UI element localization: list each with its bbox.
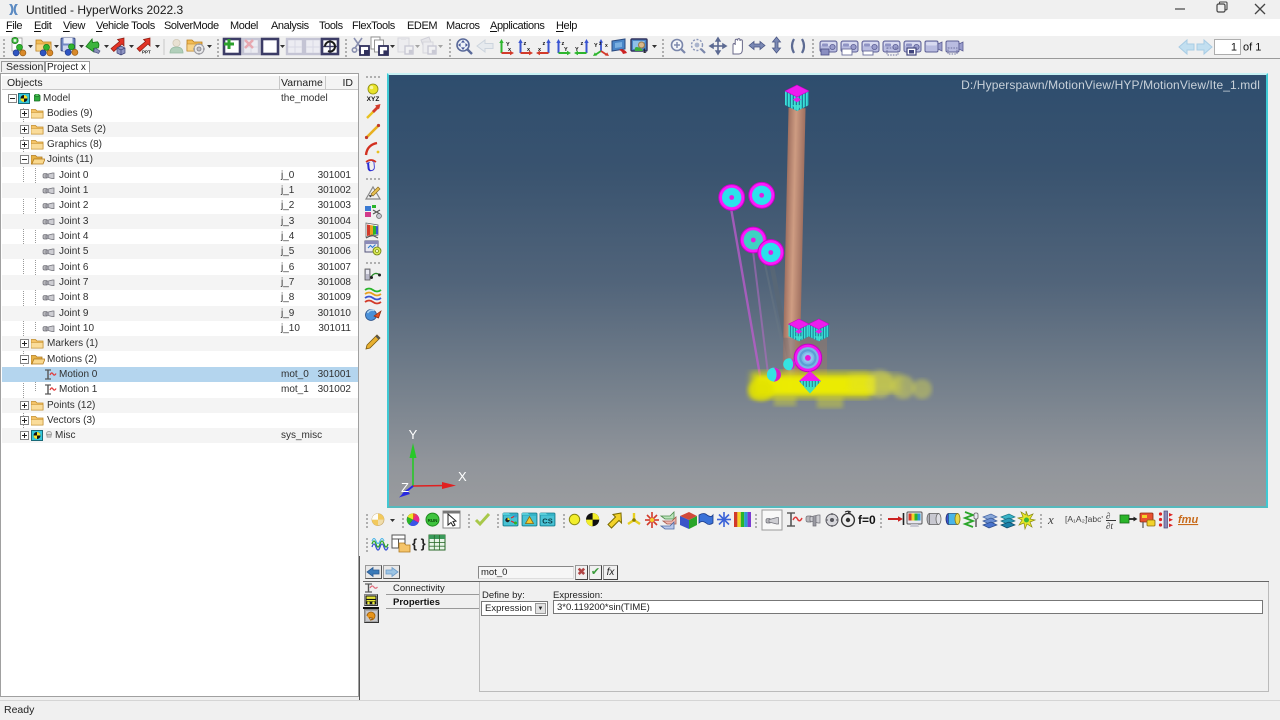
svg-text:Y: Y — [409, 427, 418, 442]
svg-text:'abc': 'abc' — [1086, 514, 1103, 524]
svg-text:Z: Z — [401, 480, 409, 495]
svg-text:z: z — [581, 41, 584, 47]
svg-text:fmu: fmu — [1178, 514, 1198, 526]
svg-text:[A₁A₂]: [A₁A₂] — [1065, 514, 1087, 524]
svg-text:∂: ∂ — [1106, 511, 1110, 521]
svg-text:z: z — [543, 41, 546, 47]
svg-text:∂t: ∂t — [1106, 521, 1113, 531]
svg-text:PPT: PPT — [142, 50, 151, 55]
svg-text:{ }: { } — [412, 536, 426, 551]
svg-text:1: 1 — [1231, 42, 1237, 54]
svg-text:Y: Y — [575, 47, 579, 53]
svg-text:f=0: f=0 — [858, 513, 876, 527]
svg-text:Y: Y — [564, 47, 568, 53]
svg-text:Y: Y — [594, 43, 598, 49]
svg-text:CS: CS — [542, 517, 552, 526]
svg-text:RUN: RUN — [428, 518, 438, 523]
svg-text:XYZ: XYZ — [367, 96, 380, 103]
svg-text:of 1: of 1 — [1243, 42, 1261, 54]
svg-text:x: x — [605, 43, 608, 49]
svg-text:X: X — [458, 469, 467, 484]
svg-text:x: x — [1047, 512, 1054, 527]
